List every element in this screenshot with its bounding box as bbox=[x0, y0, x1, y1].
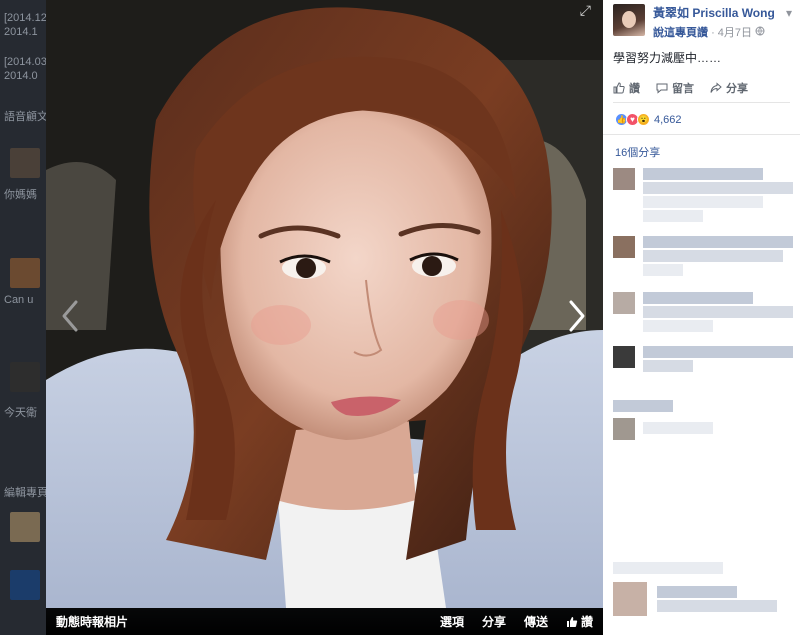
background-text: Can u bbox=[4, 294, 34, 306]
background-text: 今天衛 bbox=[4, 407, 37, 419]
redacted-text bbox=[643, 210, 703, 222]
redacted-text bbox=[657, 600, 777, 612]
share-action-button[interactable]: 分享 bbox=[710, 80, 748, 96]
avatar bbox=[613, 418, 635, 440]
post-panel: 黃翠如 Priscilla Wong 說這專頁讚 · 4月7日 ▾ 學習努力減壓… bbox=[603, 0, 800, 635]
redacted-text bbox=[613, 400, 673, 412]
post-header: 黃翠如 Priscilla Wong 說這專頁讚 · 4月7日 ▾ bbox=[603, 0, 800, 40]
like-label: 讚 bbox=[580, 615, 593, 629]
shares-count[interactable]: 16個分享 bbox=[603, 135, 800, 166]
like-page-link[interactable]: 說這專頁讚 bbox=[653, 27, 708, 39]
background-text: 編輯專頁推 bbox=[4, 487, 46, 499]
background-thumbnail bbox=[10, 148, 40, 178]
background-thumbnail bbox=[10, 570, 40, 600]
post-text: 學習努力減壓中…… bbox=[613, 51, 722, 65]
photo-action-bar: 動態時報相片 選項 分享 傳送 讚 bbox=[46, 608, 603, 635]
background-thumbnail bbox=[10, 258, 40, 288]
photo[interactable]: ⤢ bbox=[46, 0, 603, 608]
comment-list bbox=[603, 166, 800, 626]
avatar bbox=[613, 168, 635, 190]
share-button[interactable]: 分享 bbox=[482, 613, 506, 630]
options-button[interactable]: 選項 bbox=[440, 613, 464, 630]
album-link[interactable]: 動態時報相片 bbox=[56, 613, 128, 630]
redacted-text bbox=[643, 264, 683, 276]
redacted-text bbox=[643, 346, 793, 358]
comment-icon bbox=[656, 83, 668, 94]
chevron-left-icon[interactable] bbox=[56, 296, 86, 336]
photo-viewer: ⤢ 動態時報相片 選項 分享 傳送 讚 bbox=[46, 0, 603, 635]
more-options-icon[interactable]: ▾ bbox=[786, 6, 792, 20]
redacted-text bbox=[643, 320, 713, 332]
reactions-summary[interactable]: 👍 ♥ 😮 4,662 bbox=[603, 103, 800, 135]
redacted-text bbox=[657, 586, 737, 598]
send-button[interactable]: 傳送 bbox=[524, 613, 548, 630]
background-text: 2014.0 bbox=[4, 70, 38, 82]
like-action-label: 讚 bbox=[629, 83, 640, 95]
portrait-image bbox=[46, 0, 603, 608]
wow-reaction-icon: 😮 bbox=[637, 113, 650, 126]
avatar bbox=[613, 292, 635, 314]
avatar bbox=[613, 582, 647, 616]
post-actions: 讚 留言 分享 bbox=[613, 80, 790, 103]
background-text: 2014.1 bbox=[4, 26, 38, 38]
background-text: [2014.03 bbox=[4, 56, 46, 68]
avatar[interactable] bbox=[613, 4, 645, 36]
background-text: [2014.12 bbox=[4, 12, 46, 24]
redacted-text bbox=[643, 292, 753, 304]
expand-icon[interactable]: ⤢ bbox=[580, 2, 591, 19]
share-action-label: 分享 bbox=[726, 83, 748, 95]
share-arrow-icon bbox=[710, 82, 722, 93]
background-page: [2014.12 2014.1 [2014.03 2014.0 語音顧文 你媽媽… bbox=[0, 0, 46, 635]
chevron-right-icon[interactable] bbox=[561, 296, 591, 336]
redacted-text bbox=[643, 196, 763, 208]
redacted-text bbox=[643, 360, 693, 372]
separator: · bbox=[711, 27, 715, 39]
reaction-count[interactable]: 4,662 bbox=[654, 114, 682, 126]
background-thumbnail bbox=[10, 512, 40, 542]
avatar bbox=[613, 236, 635, 258]
comment-action-button[interactable]: 留言 bbox=[656, 80, 694, 96]
globe-icon bbox=[755, 26, 765, 39]
redacted-text bbox=[643, 236, 793, 248]
like-button[interactable]: 讚 bbox=[566, 613, 593, 630]
background-text: 語音顧文 bbox=[4, 111, 46, 123]
background-text: 你媽媽 bbox=[4, 189, 37, 201]
redacted-text bbox=[643, 306, 793, 318]
post-date[interactable]: 4月7日 bbox=[718, 27, 752, 39]
thumbs-up-icon bbox=[613, 82, 625, 94]
author-name[interactable]: 黃翠如 Priscilla Wong bbox=[653, 4, 775, 21]
like-action-button[interactable]: 讚 bbox=[613, 80, 640, 96]
comment-action-label: 留言 bbox=[672, 83, 694, 95]
redacted-text bbox=[613, 562, 723, 574]
avatar bbox=[613, 346, 635, 368]
redacted-text bbox=[643, 250, 783, 262]
background-thumbnail bbox=[10, 362, 40, 392]
redacted-text bbox=[643, 422, 713, 434]
thumbs-up-icon bbox=[566, 616, 578, 627]
redacted-text bbox=[643, 182, 793, 194]
redacted-text bbox=[643, 168, 763, 180]
